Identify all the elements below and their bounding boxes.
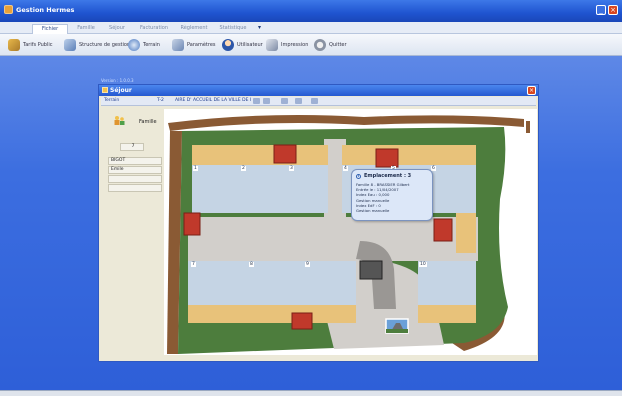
sanitary-block-3	[183, 212, 201, 236]
plot-label-7[interactable]: 7	[191, 262, 196, 267]
family-extra-field[interactable]	[108, 175, 162, 183]
minimize-button[interactable]: _	[596, 5, 606, 15]
parametres-button[interactable]: Paramètres	[172, 38, 216, 52]
family-panel: Famille 7 BIGOT Emile	[106, 109, 162, 355]
menu-expand-icon[interactable]: ▾	[258, 24, 261, 31]
terrain-icon	[128, 39, 140, 51]
settings-icon	[172, 39, 184, 51]
plot-side-sand	[456, 213, 476, 253]
user-icon	[222, 39, 234, 51]
exit-icon	[314, 39, 326, 51]
structure-icon	[64, 39, 76, 51]
print-icon	[266, 39, 278, 51]
tab-statistique[interactable]: Statistique	[216, 24, 250, 34]
plot-7-sand	[188, 305, 248, 323]
plot-label-2[interactable]: 2	[241, 166, 246, 171]
sanitary-block-1	[273, 144, 297, 164]
plot-7	[188, 261, 248, 305]
sejour-title: Séjour	[110, 87, 132, 94]
navigate-icon[interactable]	[263, 98, 270, 104]
gray-building	[359, 260, 383, 280]
sanitary-block-5	[291, 312, 313, 330]
sejour-window: Séjour × Terrain T-2 AIRE D' ACCUEIL DE …	[98, 84, 539, 362]
app-icon	[4, 5, 13, 14]
plot-3	[288, 165, 328, 213]
family-extra-field-2[interactable]	[108, 184, 162, 192]
tooltip-line: Gestion manuelle	[356, 208, 390, 214]
status-bar	[0, 390, 622, 396]
tab-facturation[interactable]: Facturation	[136, 24, 172, 34]
tab-fichier[interactable]: Fichier	[32, 24, 68, 34]
utilisateur-button[interactable]: Utilisateur	[222, 38, 263, 52]
tarifs-public-button[interactable]: Tarifs Public	[8, 38, 53, 52]
family-firstname-field[interactable]: Emile	[108, 166, 162, 174]
plot-8	[248, 261, 304, 305]
plot-tooltip: i Emplacement : 3 Famille 8 - BRASSIER G…	[351, 169, 433, 221]
plot-10	[418, 261, 476, 305]
plot-6	[430, 165, 476, 213]
plot-label-1[interactable]: 1	[193, 166, 198, 171]
terrain-name[interactable]: AIRE D' ACCUEIL DE LA VILLE DE I	[175, 98, 251, 103]
terrain-map: 1 2 3 4 5 6 7 8 9 10 i Emplacement : 3 F…	[164, 109, 537, 355]
plot-label-3[interactable]: 3	[289, 166, 294, 171]
map-canvas	[167, 115, 530, 354]
family-label: Famille	[139, 119, 157, 125]
print-icon[interactable]	[311, 98, 318, 104]
main-title-bar: Gestion Hermes _ ×	[0, 0, 622, 22]
quitter-button[interactable]: Quitter	[314, 38, 347, 52]
menu-bar: Fichier Famille Séjour Facturation Règle…	[0, 22, 622, 34]
toolbar: Tarifs Public Structure de gestion Terra…	[0, 34, 622, 56]
terrain-label: Terrain	[104, 98, 120, 103]
plot-1	[192, 165, 240, 213]
family-icon	[114, 116, 125, 125]
tooltip-title: Emplacement : 3	[364, 173, 412, 179]
sejour-close-button[interactable]: ×	[527, 86, 536, 95]
tab-famille[interactable]: Famille	[72, 24, 100, 34]
plot-10-sand	[418, 305, 476, 323]
sanitary-block-4	[433, 218, 453, 242]
plot-label-4[interactable]: 4	[343, 166, 348, 171]
log-stub	[526, 121, 530, 133]
sanitary-block-2	[375, 148, 399, 168]
info-icon: i	[356, 173, 361, 179]
zoom-icon[interactable]	[295, 98, 302, 104]
search-icon[interactable]	[281, 98, 288, 104]
app-title: Gestion Hermes	[16, 6, 75, 14]
close-button[interactable]: ×	[608, 5, 618, 15]
family-lastname-field[interactable]: BIGOT	[108, 157, 162, 165]
plot-2	[240, 165, 288, 213]
plot-1-sand	[192, 145, 240, 165]
window-icon	[102, 87, 108, 93]
plot-label-10[interactable]: 10	[419, 262, 427, 267]
plot-label-6[interactable]: 6	[431, 166, 436, 171]
plot-label-8[interactable]: 8	[249, 262, 254, 267]
sejour-title-bar: Séjour ×	[99, 85, 538, 96]
terrain-selector-bar: Terrain T-2 AIRE D' ACCUEIL DE LA VILLE …	[101, 97, 536, 106]
tab-reglement[interactable]: Règlement	[178, 24, 210, 34]
terrain-code[interactable]: T-2	[157, 98, 164, 103]
plot-6-sand	[430, 145, 476, 165]
family-number-field[interactable]: 7	[120, 143, 144, 151]
pencil-icon	[8, 39, 20, 51]
tab-sejour[interactable]: Séjour	[104, 24, 130, 34]
impression-button[interactable]: Impression	[266, 38, 308, 52]
refresh-icon[interactable]	[253, 98, 260, 104]
structure-gestion-button[interactable]: Structure de gestion	[64, 38, 130, 52]
version-label: Version : 1.0.0.3	[101, 78, 134, 83]
terrain-button[interactable]: Terrain	[128, 38, 160, 52]
plot-label-9[interactable]: 9	[305, 262, 310, 267]
plot-9	[304, 261, 356, 305]
